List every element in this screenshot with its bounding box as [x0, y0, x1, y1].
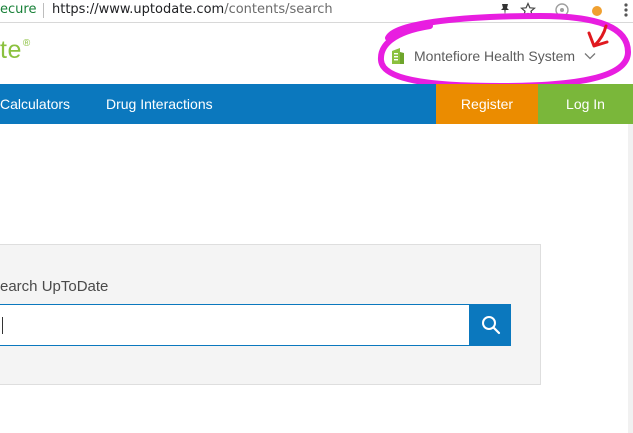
search-heading: earch UpToDate	[0, 278, 109, 295]
url-path: /contents/search	[224, 2, 333, 17]
nav-calculators[interactable]: Calculators	[0, 84, 70, 124]
bookmark-star-icon[interactable]	[520, 2, 536, 18]
url-text[interactable]: https://www.uptodate.com/contents/search	[52, 2, 333, 17]
extension-icon[interactable]	[554, 2, 570, 18]
registered-mark: ®	[22, 38, 31, 49]
login-button[interactable]: Log In	[538, 84, 633, 124]
address-separator	[43, 3, 44, 18]
search-panel: earch UpToDate	[0, 244, 541, 385]
browser-menu-icon[interactable]	[618, 2, 633, 18]
extension-icon[interactable]	[589, 2, 605, 18]
logo-text: te	[0, 36, 22, 64]
register-button[interactable]: Register	[436, 84, 538, 124]
browser-address-bar[interactable]: ecure https://www.uptodate.com/contents/…	[0, 0, 633, 23]
url-host: https://www.uptodate.com	[52, 2, 225, 17]
search-button[interactable]	[470, 304, 511, 346]
search-icon	[481, 316, 500, 335]
organization-name: Montefiore Health System	[414, 48, 576, 64]
organization-selector[interactable]: Montefiore Health System	[392, 46, 596, 66]
nav-drug-interactions[interactable]: Drug Interactions	[106, 84, 213, 124]
pin-icon[interactable]	[497, 2, 513, 18]
building-icon	[392, 48, 404, 64]
page-scrollbar[interactable]	[628, 124, 633, 433]
text-cursor	[2, 317, 3, 334]
search-input[interactable]	[0, 304, 470, 346]
secure-indicator[interactable]: ecure	[0, 2, 36, 17]
chevron-down-icon[interactable]	[584, 52, 596, 60]
uptodate-logo[interactable]: te®	[0, 36, 31, 65]
